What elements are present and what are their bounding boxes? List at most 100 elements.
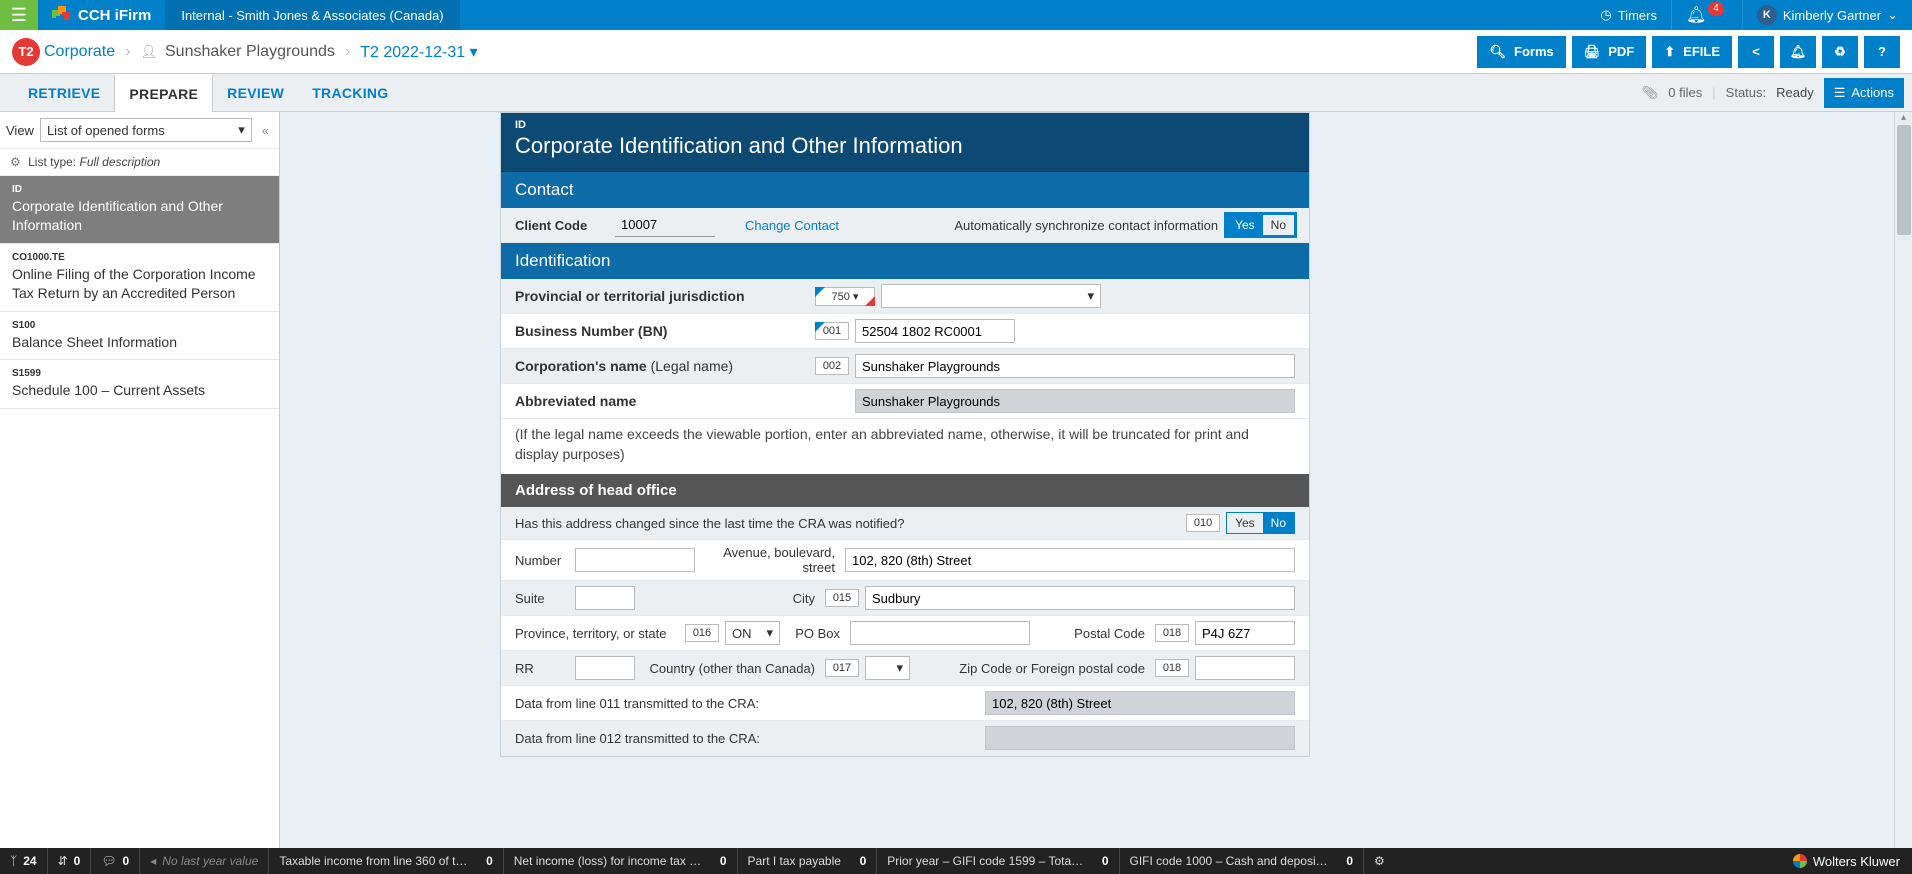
scrollbar[interactable]: ▴: [1894, 112, 1912, 848]
efile-button[interactable]: ⬆︎EFILE: [1652, 36, 1732, 68]
client-code-input[interactable]: [615, 213, 715, 237]
zip-input[interactable]: [1195, 656, 1295, 680]
sidebar-item-id[interactable]: ID Corporate Identification and Other In…: [0, 176, 279, 244]
timers-label: Timers: [1618, 8, 1657, 23]
avenue-label: Avenue, boulevard, street: [695, 545, 845, 575]
section-address: Address of head office: [501, 474, 1309, 507]
sidebar-item-s100[interactable]: S100 Balance Sheet Information: [0, 312, 279, 361]
form-code: CO1000.TE: [12, 252, 267, 263]
timers-button[interactable]: ◷ Timers: [1586, 0, 1671, 30]
city-input[interactable]: [865, 586, 1295, 610]
change-contact-link[interactable]: Change Contact: [745, 218, 839, 233]
number-input[interactable]: [575, 548, 695, 572]
status-prior-gifi1599[interactable]: Prior year – GIFI code 1599 – Tota… 0: [877, 848, 1119, 874]
paperclip-icon[interactable]: 📎︎: [1642, 85, 1659, 101]
caret-down-icon: ▾: [766, 625, 773, 641]
bell-icon: 🔔︎: [1790, 44, 1807, 60]
sidebar-item-s1599[interactable]: S1599 Schedule 100 – Current Assets: [0, 360, 279, 409]
abbr-input: [855, 389, 1295, 413]
form-header-code: ID: [515, 119, 1295, 131]
line011-value: [985, 691, 1295, 715]
status-value: Ready: [1776, 85, 1814, 100]
form-header-title: Corporate Identification and Other Infor…: [515, 133, 1295, 159]
wk-icon: [1793, 854, 1807, 868]
tab-review[interactable]: REVIEW: [213, 74, 298, 111]
zip-label: Zip Code or Foreign postal code: [910, 661, 1155, 676]
upload-icon: ⬆︎: [1664, 44, 1675, 60]
status-last-year[interactable]: ◂No last year value: [140, 848, 269, 874]
brand-icon: [52, 6, 70, 24]
suite-input[interactable]: [575, 586, 635, 610]
status-branches[interactable]: ᛉ24: [0, 848, 48, 874]
actions-button[interactable]: ☰Actions: [1824, 78, 1904, 108]
corp-name-input[interactable]: [855, 354, 1295, 378]
scroll-thumb[interactable]: [1897, 125, 1911, 235]
gear-icon: ⚙︎: [1374, 854, 1385, 868]
sidebar-item-co1000te[interactable]: CO1000.TE Online Filing of the Corporati…: [0, 244, 279, 312]
status-comments[interactable]: 💬︎0: [91, 848, 140, 874]
bn-code: 001: [815, 322, 849, 340]
postal-label: Postal Code: [1030, 626, 1155, 641]
notifications-button[interactable]: 🔔︎ 4: [1671, 0, 1742, 30]
status-settings[interactable]: ⚙︎: [1364, 848, 1395, 874]
country-select[interactable]: ▾: [865, 656, 910, 680]
city-label: City: [635, 591, 825, 606]
status-taxable-income[interactable]: Taxable income from line 360 of t… 0: [269, 848, 503, 874]
chevron-down-icon: ⌄: [1887, 7, 1898, 23]
tab-tracking[interactable]: TRACKING: [298, 74, 402, 111]
forms-button[interactable]: 🔍︎Forms: [1477, 36, 1565, 68]
crumb-corporate[interactable]: Corporate: [44, 43, 115, 61]
tab-prepare[interactable]: PREPARE: [114, 74, 213, 112]
status-gifi1000[interactable]: GIFI code 1000 – Cash and deposi… 0: [1120, 848, 1364, 874]
status-net-income[interactable]: Net income (loss) for income tax … 0: [504, 848, 738, 874]
province-select[interactable]: ON▾: [725, 621, 780, 645]
tab-retrieve[interactable]: RETRIEVE: [14, 74, 114, 111]
pdf-button[interactable]: 🖨︎PDF: [1572, 36, 1647, 68]
suite-label: Suite: [515, 591, 575, 606]
list-type-row[interactable]: ⚙︎ List type: Full description: [0, 149, 279, 176]
bn-input[interactable]: [855, 319, 1015, 343]
share-button[interactable]: <: [1738, 36, 1774, 68]
notify-button[interactable]: 🔔︎: [1780, 36, 1816, 68]
status-merge[interactable]: ⇵0: [48, 848, 92, 874]
client-tab[interactable]: Internal - Smith Jones & Associates (Can…: [165, 0, 459, 30]
caret-down-icon: ▾: [470, 44, 478, 61]
form-canvas: ID Corporate Identification and Other In…: [280, 112, 1912, 848]
line011-label: Data from line 011 transmitted to the CR…: [515, 696, 985, 711]
branch-icon: ᛉ: [10, 854, 17, 868]
line012-label: Data from line 012 transmitted to the CR…: [515, 731, 985, 746]
files-count[interactable]: 0 files: [1668, 85, 1702, 100]
collapse-sidebar-button[interactable]: «: [258, 123, 273, 138]
jurisdiction-code[interactable]: 750 ▾: [815, 287, 875, 306]
clock-icon: ◷: [1600, 7, 1611, 23]
pobox-input[interactable]: [850, 621, 1030, 645]
abbr-label: Abbreviated name: [515, 393, 855, 409]
line012-value: [985, 726, 1295, 750]
jurisdiction-select[interactable]: ▾: [881, 284, 1101, 308]
form-code: S100: [12, 320, 267, 331]
status-part1-tax[interactable]: Part I tax payable 0: [738, 848, 878, 874]
form-container: ID Corporate Identification and Other In…: [500, 112, 1310, 757]
comment-icon: 💬︎: [101, 854, 116, 868]
view-select[interactable]: List of opened forms▾: [40, 118, 252, 142]
zip-code-box: 018: [1155, 659, 1189, 677]
form-code: ID: [12, 184, 267, 195]
caret-down-icon: ▾: [896, 660, 903, 676]
user-menu[interactable]: K Kimberly Gartner ⌄: [1742, 0, 1912, 30]
postal-input[interactable]: [1195, 621, 1295, 645]
province-label: Province, territory, or state: [515, 626, 685, 641]
rr-input[interactable]: [575, 656, 635, 680]
city-code: 015: [825, 589, 859, 607]
user-name: Kimberly Gartner: [1783, 8, 1881, 23]
avatar: K: [1757, 5, 1777, 25]
addr-changed-toggle[interactable]: YesNo: [1226, 512, 1295, 534]
crumb-return[interactable]: T2 2022-12-31 ▾: [360, 42, 477, 62]
chevron-right-icon: ›: [339, 43, 356, 61]
auto-sync-toggle[interactable]: YesNo: [1226, 214, 1295, 236]
avenue-input[interactable]: [845, 548, 1295, 572]
help-button[interactable]: ?: [1864, 36, 1900, 68]
recycle-button[interactable]: ♻︎: [1822, 36, 1858, 68]
caret-down-icon: ▾: [1087, 288, 1094, 304]
printer-icon: 🖨︎: [1584, 44, 1601, 60]
menu-button[interactable]: ☰: [0, 0, 38, 30]
